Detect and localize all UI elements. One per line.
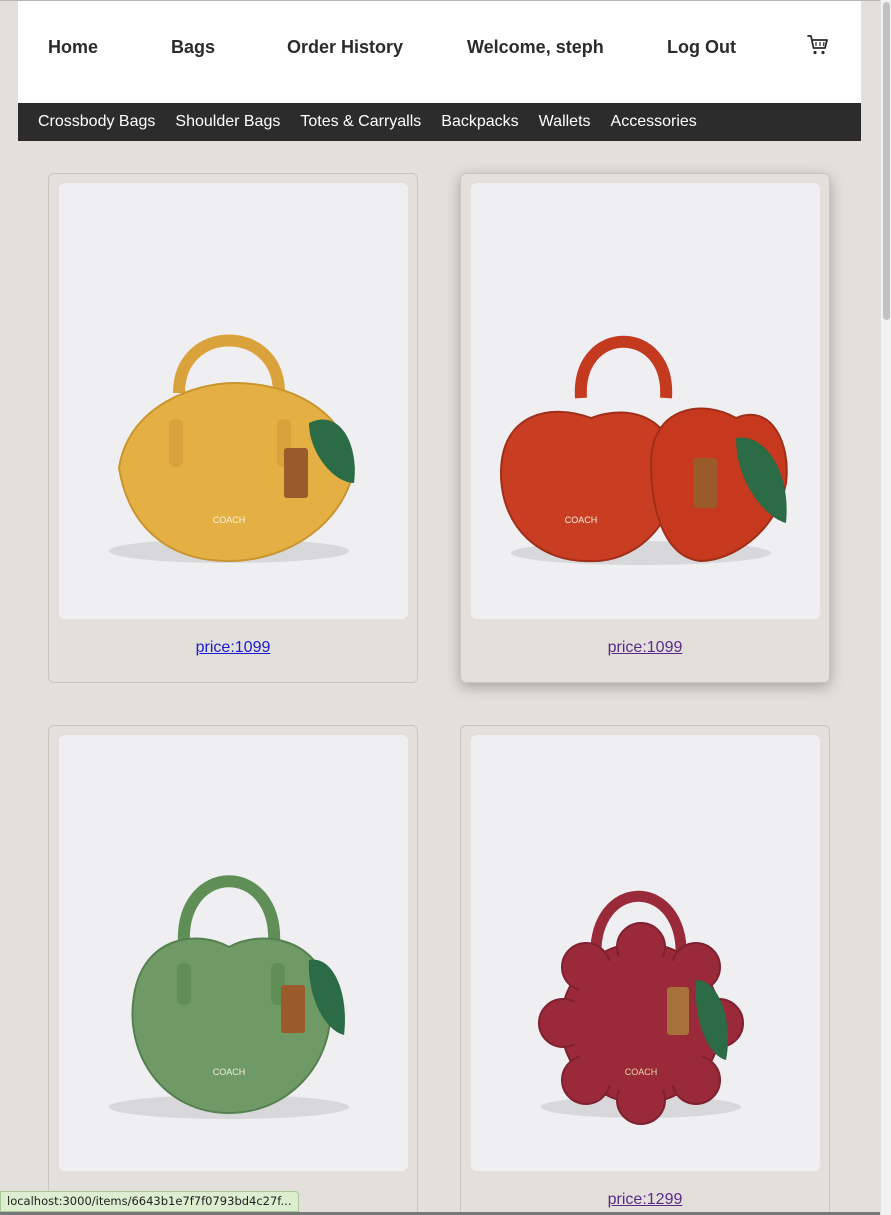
product-card[interactable]: COACH price:1099 — [48, 173, 418, 683]
nav-home-link[interactable]: Home — [48, 37, 98, 58]
category-bar: Crossbody Bags Shoulder Bags Totes & Car… — [18, 103, 861, 141]
cart-button[interactable] — [806, 34, 832, 58]
category-totes-carryalls[interactable]: Totes & Carryalls — [300, 113, 421, 131]
page: Home Bags Order History Welcome, steph L… — [0, 0, 880, 1215]
svg-text:COACH: COACH — [213, 515, 246, 525]
product-price-link[interactable]: price:1099 — [49, 639, 417, 657]
category-wallets[interactable]: Wallets — [539, 113, 591, 131]
nav-bags-link[interactable]: Bags — [171, 37, 215, 58]
top-navigation: Home Bags Order History Welcome, steph L… — [18, 1, 861, 103]
product-price-link[interactable]: price:1099 — [461, 639, 829, 657]
category-crossbody-bags[interactable]: Crossbody Bags — [38, 113, 155, 131]
product-price-link[interactable]: price:1299 — [461, 1191, 829, 1209]
product-card[interactable]: COACH price:1099 — [460, 173, 830, 683]
svg-text:COACH: COACH — [213, 1067, 246, 1077]
svg-text:COACH: COACH — [625, 1067, 658, 1077]
welcome-user-link[interactable]: Welcome, steph — [467, 37, 604, 58]
svg-text:COACH: COACH — [565, 515, 598, 525]
category-backpacks[interactable]: Backpacks — [441, 113, 518, 131]
nav-order-history-link[interactable]: Order History — [287, 37, 403, 58]
product-card[interactable]: COACH — [48, 725, 418, 1215]
product-image-flower-bag[interactable]: COACH — [471, 735, 820, 1171]
logout-link[interactable]: Log Out — [667, 37, 736, 58]
cart-icon — [807, 35, 828, 55]
scrollbar-thumb[interactable] — [883, 2, 890, 320]
product-image-apple-bag[interactable]: COACH — [59, 735, 408, 1171]
product-image-cherry-bag[interactable]: COACH — [471, 183, 820, 619]
vertical-scrollbar[interactable] — [880, 0, 891, 1215]
product-image-lemon-bag[interactable]: COACH — [59, 183, 408, 619]
category-shoulder-bags[interactable]: Shoulder Bags — [175, 113, 280, 131]
category-accessories[interactable]: Accessories — [611, 113, 697, 131]
product-card[interactable]: COACH price:1299 — [460, 725, 830, 1215]
link-status-bar: localhost:3000/items/6643b1e7f7f0793bd4c… — [0, 1191, 299, 1212]
